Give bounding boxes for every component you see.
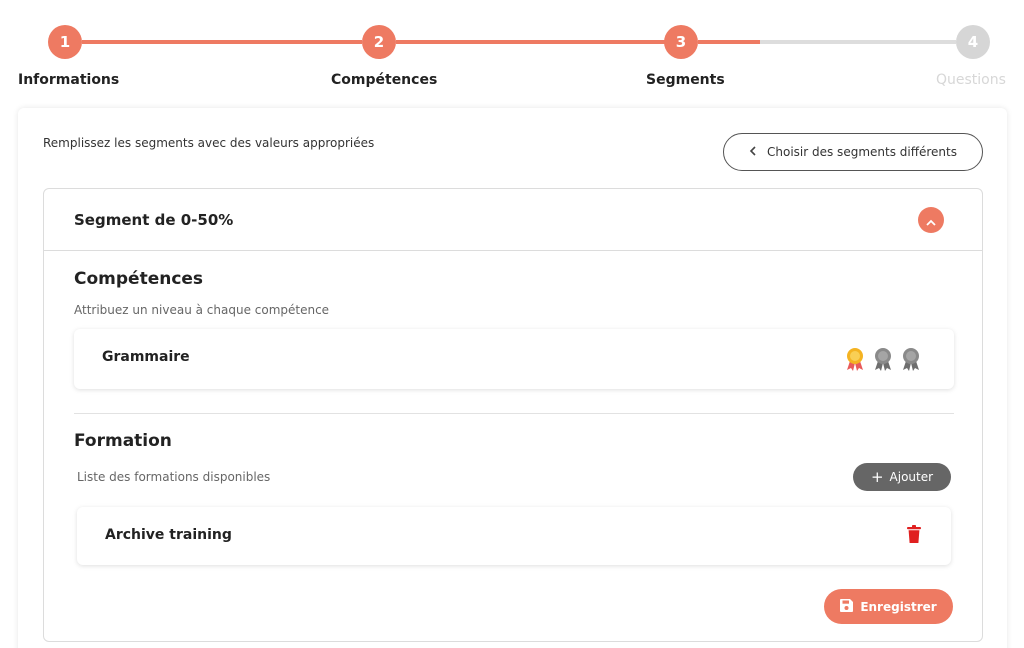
add-training-button[interactable]: + Ajouter <box>853 463 951 491</box>
step-4-label: Questions <box>936 72 1006 88</box>
medal-icon-level-1[interactable] <box>844 346 866 372</box>
segment-header[interactable]: Segment de 0-50% <box>44 189 982 251</box>
collapse-segment-button[interactable] <box>918 207 944 233</box>
skill-level-rating <box>844 346 922 372</box>
section-divider <box>74 413 954 414</box>
step-connector-2-3 <box>396 40 666 44</box>
chevron-left-icon <box>749 145 757 160</box>
step-4-circle[interactable]: 4 <box>956 25 990 59</box>
instruction-text: Remplissez les segments avec des valeurs… <box>43 136 375 150</box>
training-label: Archive training <box>105 527 232 543</box>
add-training-label: Ajouter <box>889 470 934 484</box>
training-section-title: Formation <box>74 431 172 451</box>
step-1-number: 1 <box>59 33 71 51</box>
step-connector-3-progress <box>698 40 760 44</box>
save-label: Enregistrer <box>860 599 937 614</box>
choose-segments-button[interactable]: Choisir des segments différents <box>723 133 983 171</box>
skill-item: Grammaire <box>74 329 954 389</box>
step-2-circle[interactable]: 2 <box>362 25 396 59</box>
step-connector-3-4 <box>760 40 956 44</box>
step-2-label: Compétences <box>331 72 438 88</box>
step-4-number: 4 <box>967 33 979 51</box>
step-3-label: Segments <box>646 72 725 88</box>
step-1-label: Informations <box>18 72 120 88</box>
step-3-number: 3 <box>675 33 687 51</box>
step-connector-1-2 <box>82 40 362 44</box>
trash-icon[interactable] <box>907 525 921 543</box>
chevron-up-icon <box>926 211 936 230</box>
stepper: 1 2 3 4 Informations Compétences Segment… <box>0 0 1024 100</box>
step-1-circle[interactable]: 1 <box>48 25 82 59</box>
skills-section-subtitle: Attribuez un niveau à chaque compétence <box>74 303 330 317</box>
skills-section-title: Compétences <box>74 269 204 289</box>
skill-label: Grammaire <box>102 349 190 365</box>
step-2-number: 2 <box>373 33 385 51</box>
floppy-disk-icon <box>840 598 854 615</box>
step-3-circle[interactable]: 3 <box>664 25 698 59</box>
choose-segments-label: Choisir des segments différents <box>767 145 957 159</box>
medal-icon-level-3[interactable] <box>900 346 922 372</box>
training-item: Archive training <box>77 507 951 565</box>
plus-icon: + <box>870 467 884 486</box>
save-button[interactable]: Enregistrer <box>824 589 953 624</box>
segment-title: Segment de 0-50% <box>74 211 234 229</box>
segments-card: Remplissez les segments avec des valeurs… <box>18 108 1007 648</box>
medal-icon-level-2[interactable] <box>872 346 894 372</box>
segment-panel: Segment de 0-50% Compétences Attribuez u… <box>43 188 983 642</box>
training-section-subtitle: Liste des formations disponibles <box>77 470 271 484</box>
